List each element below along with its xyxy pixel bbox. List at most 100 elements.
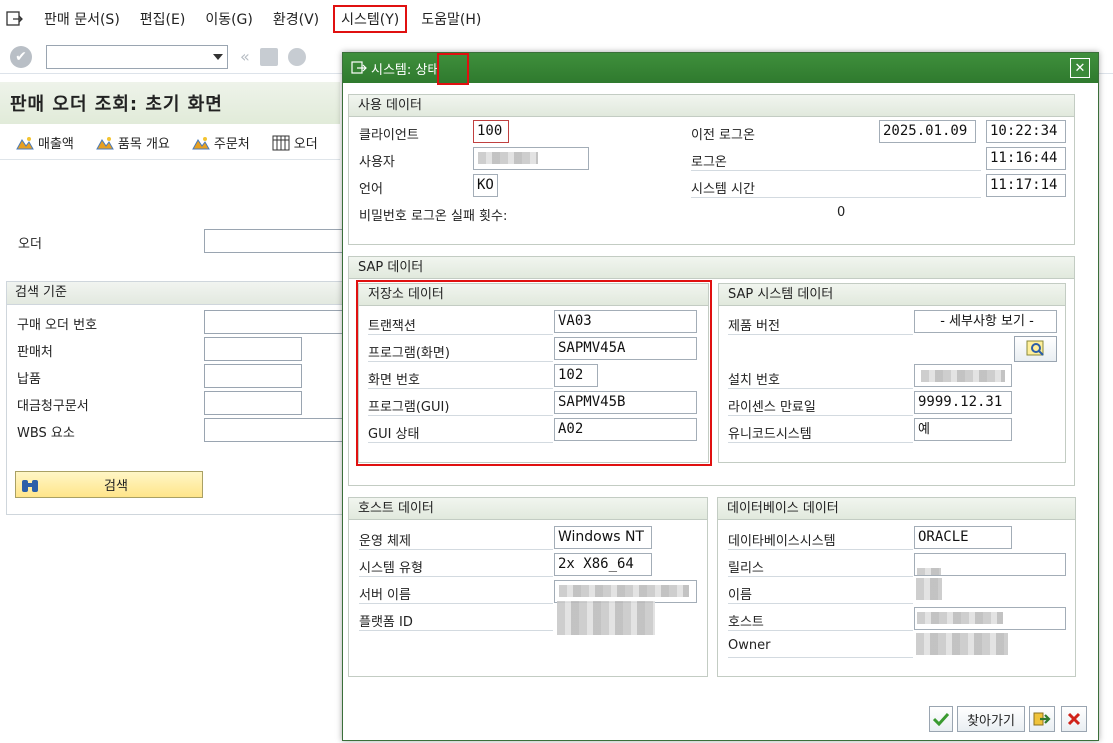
database-data-group: 데이터베이스 데이터 bbox=[717, 497, 1076, 677]
gui-status-field[interactable]: A02 bbox=[554, 418, 697, 441]
client-field[interactable]: 100 bbox=[473, 120, 509, 143]
order-label: 오더 bbox=[18, 237, 42, 252]
landscape-icon bbox=[96, 136, 114, 149]
billing-doc-input[interactable] bbox=[204, 391, 302, 415]
sold-to-label: 판매처 bbox=[17, 345, 53, 360]
client-label: 클라이언트 bbox=[359, 128, 419, 143]
back-double-icon[interactable]: « bbox=[240, 47, 250, 66]
order-input[interactable] bbox=[204, 229, 344, 253]
owner-label: Owner bbox=[728, 638, 771, 653]
db-host-field[interactable] bbox=[914, 607, 1066, 630]
back-icon[interactable] bbox=[287, 47, 306, 66]
screen-number-field[interactable]: 102 bbox=[554, 364, 598, 387]
system-type-field[interactable]: 2x X86_64 bbox=[554, 553, 652, 576]
license-expiry-field[interactable]: 9999.12.31 bbox=[914, 391, 1012, 414]
sold-to-input[interactable] bbox=[204, 337, 302, 361]
program-gui-field[interactable]: SAPMV45B bbox=[554, 391, 697, 414]
command-field[interactable] bbox=[46, 44, 228, 69]
menu-system[interactable]: 시스템(Y) bbox=[333, 5, 408, 33]
sap-system-data-header: SAP 시스템 데이터 bbox=[719, 284, 1065, 306]
details-button[interactable] bbox=[1014, 336, 1057, 362]
redacted-db-name bbox=[916, 578, 942, 600]
title-highlight bbox=[437, 53, 469, 85]
arrow-right-icon bbox=[1033, 712, 1051, 726]
dialog-title: 시스템: 상태 bbox=[371, 62, 440, 78]
binoculars-icon bbox=[22, 479, 38, 492]
os-field[interactable]: Windows NT bbox=[554, 526, 652, 549]
enter-icon[interactable]: ✔ bbox=[10, 45, 32, 68]
redacted-owner bbox=[916, 633, 1008, 655]
system-time[interactable]: 11:17:14 bbox=[986, 174, 1066, 197]
delivery-input[interactable] bbox=[204, 364, 302, 388]
close-icon[interactable]: ✕ bbox=[1070, 58, 1090, 78]
redacted-platform-id bbox=[557, 601, 655, 635]
ordering-party-button[interactable]: 주문처 bbox=[192, 133, 250, 152]
menu-environment[interactable]: 환경(V) bbox=[267, 7, 325, 31]
chevron-down-icon[interactable] bbox=[213, 53, 223, 60]
menu-goto[interactable]: 이동(G) bbox=[199, 7, 259, 31]
install-number-field[interactable] bbox=[914, 364, 1012, 387]
po-number-input[interactable] bbox=[204, 310, 344, 334]
failed-logons-value: 0 bbox=[837, 205, 846, 220]
user-field[interactable] bbox=[473, 147, 589, 170]
redacted-db-host bbox=[917, 612, 1003, 624]
menu-help[interactable]: 도움말(H) bbox=[415, 7, 487, 31]
wbs-element-input[interactable] bbox=[204, 418, 344, 442]
landscape-icon bbox=[16, 136, 34, 149]
confirm-button[interactable] bbox=[929, 706, 953, 732]
db-host-label: 호스트 bbox=[728, 615, 764, 630]
cancel-icon bbox=[1067, 712, 1081, 726]
item-overview-button[interactable]: 품목 개요 bbox=[96, 133, 170, 152]
language-field[interactable]: KO bbox=[473, 174, 498, 197]
menu-doc-icon[interactable] bbox=[6, 11, 24, 27]
transaction-label: 트랜잭션 bbox=[368, 319, 416, 334]
server-name-label: 서버 이름 bbox=[359, 588, 411, 603]
order-button[interactable]: 오더 bbox=[272, 133, 318, 152]
logon-label: 로그온 bbox=[691, 155, 727, 170]
cancel-button[interactable] bbox=[1061, 706, 1087, 732]
program-gui-label: 프로그램(GUI) bbox=[368, 400, 450, 415]
unicode-system-field[interactable]: 예 bbox=[914, 418, 1012, 441]
screen-number-label: 화면 번호 bbox=[368, 373, 420, 388]
sales-amount-button[interactable]: 매출액 bbox=[16, 133, 74, 152]
license-expiry-label: 라이센스 만료일 bbox=[728, 400, 816, 415]
release-field[interactable] bbox=[914, 553, 1066, 576]
menu-edit[interactable]: 편집(E) bbox=[134, 7, 192, 31]
gui-status-label: GUI 상태 bbox=[368, 427, 420, 442]
product-version-label: 제품 버전 bbox=[728, 319, 780, 334]
release-label: 릴리스 bbox=[728, 561, 764, 576]
table-icon bbox=[272, 135, 290, 150]
os-label: 운영 체제 bbox=[359, 534, 411, 549]
logon-time[interactable]: 11:16:44 bbox=[986, 147, 1066, 170]
db-system-field[interactable]: ORACLE bbox=[914, 526, 1012, 549]
save-icon[interactable] bbox=[259, 47, 278, 66]
redacted-server-name bbox=[559, 585, 689, 597]
wbs-element-label: WBS 요소 bbox=[17, 426, 75, 441]
sap-data-header: SAP 데이터 bbox=[349, 257, 1074, 279]
prev-logon-time[interactable]: 10:22:34 bbox=[986, 120, 1066, 143]
menu-bar: 판매 문서(S) 편집(E) 이동(G) 환경(V) 시스템(Y) 도움말(H) bbox=[0, 0, 1113, 38]
prev-logon-label: 이전 로그온 bbox=[691, 128, 755, 143]
usage-data-header: 사용 데이터 bbox=[349, 95, 1074, 117]
transaction-field[interactable]: VA03 bbox=[554, 310, 697, 333]
billing-doc-label: 대금청구문서 bbox=[17, 399, 89, 414]
host-data-header: 호스트 데이터 bbox=[349, 498, 707, 520]
server-name-field[interactable] bbox=[554, 580, 697, 603]
product-version-field[interactable]: - 세부사항 보기 - bbox=[914, 310, 1057, 333]
search-button[interactable]: 검색 bbox=[15, 471, 203, 498]
menu-sales-document[interactable]: 판매 문서(S) bbox=[38, 7, 126, 31]
redacted-release bbox=[917, 568, 941, 575]
install-number-label: 설치 번호 bbox=[728, 373, 780, 388]
failed-logons-label: 비밀번호 로그온 실패 횟수: bbox=[359, 209, 508, 224]
transfer-button[interactable] bbox=[1029, 706, 1055, 732]
system-status-dialog: 시스템: 상태 ✕ 사용 데이터 클라이언트 100 사용자 언어 KO 비밀번… bbox=[342, 52, 1099, 741]
page-title-bar: 판매 오더 조회: 초기 화면 bbox=[0, 82, 340, 124]
system-time-label: 시스템 시간 bbox=[691, 182, 755, 197]
prev-logon-date[interactable]: 2025.01.09 bbox=[879, 120, 976, 143]
program-screen-field[interactable]: SAPMV45A bbox=[554, 337, 697, 360]
navigate-button[interactable]: 찾아가기 bbox=[957, 706, 1025, 732]
delivery-label: 납품 bbox=[17, 372, 41, 387]
database-data-header: 데이터베이스 데이터 bbox=[718, 498, 1075, 520]
db-system-label: 데이타베이스시스템 bbox=[728, 534, 836, 549]
user-label: 사용자 bbox=[359, 155, 395, 170]
